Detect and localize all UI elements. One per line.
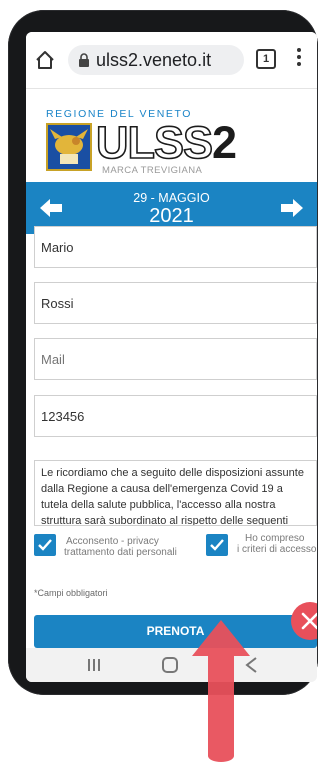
home-nav-icon[interactable] (162, 657, 178, 673)
phone-screen: ulss2.veneto.it 1 REGIONE DEL VENETO ULS… (26, 32, 317, 682)
rules-consent-label: Ho compreso i criteri di accesso (233, 533, 317, 555)
last-name-field[interactable] (34, 282, 317, 324)
address-bar[interactable]: ulss2.veneto.it (68, 45, 244, 75)
home-icon[interactable] (34, 49, 56, 71)
lock-icon (79, 53, 89, 67)
checkmark-icon (210, 539, 224, 551)
mail-field[interactable] (34, 338, 317, 380)
privacy-consent-line1: Acconsento - privacy (66, 536, 159, 547)
menu-icon[interactable] (296, 48, 302, 70)
privacy-consent-checkbox[interactable] (34, 534, 56, 556)
rules-consent-line2: i criteri di accesso (237, 544, 317, 555)
rules-consent-line1: Ho compreso (245, 533, 305, 544)
privacy-consent-line2: trattamento dati personali (64, 547, 177, 558)
access-rules-notice[interactable]: Le ricordiamo che a seguito delle dispos… (34, 460, 317, 526)
privacy-consent-label: Acconsento - privacy trattamento dati pe… (64, 536, 177, 558)
required-fields-note: *Campi obbligatori (34, 588, 108, 598)
prenota-button[interactable]: PRENOTA (34, 615, 317, 648)
rules-consent-checkbox[interactable] (206, 534, 228, 556)
logo-subtitle: MARCA TREVIGIANA (102, 165, 203, 176)
arrow-right-icon[interactable] (279, 196, 305, 220)
date-day-month: 29 - MAGGIO (133, 191, 210, 205)
checkmark-icon (38, 539, 52, 551)
url-text: ulss2.veneto.it (96, 50, 212, 70)
android-nav-bar (26, 648, 317, 682)
pointer-arrow-icon (192, 620, 250, 762)
tabs-icon[interactable]: 1 (256, 49, 276, 69)
date-year: 2021 (149, 205, 194, 227)
first-name-field[interactable] (34, 226, 317, 268)
ulss-logo: ULSS2 (95, 117, 237, 168)
logo-prefix: ULSS (95, 117, 214, 168)
code-field[interactable] (34, 395, 317, 437)
close-icon (301, 612, 317, 630)
crest-icon (46, 123, 92, 171)
logo-number: 2 (212, 117, 237, 168)
phone-frame: ulss2.veneto.it 1 REGIONE DEL VENETO ULS… (8, 10, 318, 695)
browser-toolbar: ulss2.veneto.it 1 (26, 32, 317, 89)
recent-apps-icon[interactable] (86, 658, 102, 672)
